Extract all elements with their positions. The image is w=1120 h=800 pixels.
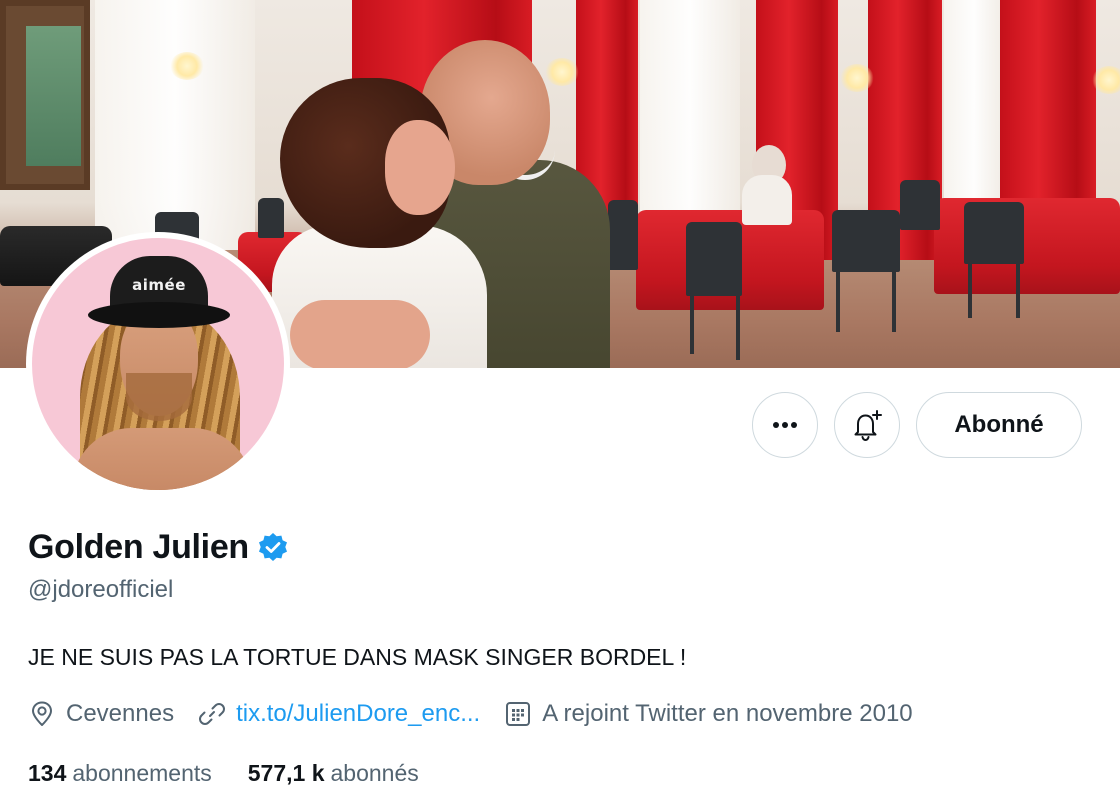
banner-chair-leg bbox=[690, 294, 694, 354]
display-name: Golden Julien bbox=[28, 528, 249, 566]
bell-plus-icon bbox=[854, 410, 882, 442]
avatar-hat-text: aimée bbox=[132, 276, 186, 294]
followers-stat[interactable]: 577,1 k abonnés bbox=[248, 760, 419, 787]
website-link[interactable]: tix.to/JulienDore_enc... bbox=[236, 700, 480, 728]
location-text: Cevennes bbox=[66, 700, 175, 727]
banner-window bbox=[0, 0, 90, 190]
banner-chair bbox=[686, 222, 742, 296]
profile-name-row: Golden Julien bbox=[28, 528, 289, 567]
banner-chair bbox=[964, 202, 1024, 264]
avatar-torso bbox=[72, 428, 252, 490]
following-stat[interactable]: 134 abonnements bbox=[28, 760, 212, 787]
banner-wall-lamp bbox=[1092, 66, 1120, 94]
avatar-beard bbox=[126, 373, 192, 421]
profile-bio: JE NE SUIS PAS LA TORTUE DANS MASK SINGE… bbox=[28, 644, 687, 670]
avatar-hat: aimée bbox=[88, 256, 230, 328]
calendar-icon bbox=[506, 702, 531, 726]
joined-text: A rejoint Twitter en novembre 2010 bbox=[542, 700, 913, 727]
avatar-photo: aimée bbox=[32, 238, 284, 490]
profile-website[interactable]: tix.to/JulienDore_enc... bbox=[198, 700, 480, 728]
banner-wall-lamp bbox=[840, 64, 874, 92]
profile-meta: Cevennes tix.to/JulienDore_enc... A rejo… bbox=[28, 700, 937, 728]
more-dots-icon bbox=[773, 422, 797, 428]
banner-chair bbox=[832, 210, 900, 272]
followers-count: 577,1 k bbox=[247, 760, 325, 786]
following-button[interactable]: Abonné bbox=[916, 392, 1082, 458]
banner-chair bbox=[258, 198, 284, 238]
profile-location: Cevennes bbox=[28, 700, 174, 728]
banner-arm bbox=[290, 300, 430, 368]
following-label: abonnements bbox=[72, 760, 212, 786]
banner-chair-leg bbox=[836, 270, 840, 332]
location-pin-icon bbox=[32, 701, 52, 726]
more-options-button[interactable] bbox=[752, 392, 818, 458]
notifications-button[interactable] bbox=[834, 392, 900, 458]
banner-wall-lamp bbox=[170, 52, 204, 80]
banner-wall-lamp bbox=[545, 58, 579, 86]
banner-chair-leg bbox=[736, 294, 740, 360]
verified-badge-icon bbox=[258, 532, 287, 561]
banner-chair-leg bbox=[892, 270, 896, 332]
profile-stats: 134 abonnements 577,1 k abonnés bbox=[28, 760, 455, 787]
banner-background-person-body bbox=[742, 175, 792, 225]
banner-chair bbox=[900, 180, 940, 230]
followers-label: abonnés bbox=[330, 760, 419, 786]
link-icon bbox=[199, 703, 226, 725]
banner-chair bbox=[608, 200, 638, 270]
profile-joined: A rejoint Twitter en novembre 2010 bbox=[504, 700, 913, 728]
banner-chair-leg bbox=[968, 262, 972, 318]
profile-avatar[interactable]: aimée bbox=[26, 232, 290, 496]
avatar-hat-brim bbox=[88, 302, 230, 328]
banner-woman-face bbox=[385, 120, 455, 215]
profile-handle: @jdoreofficiel bbox=[28, 576, 174, 603]
banner-table bbox=[934, 198, 1120, 294]
following-count: 134 bbox=[28, 760, 67, 786]
banner-chair-leg bbox=[1016, 262, 1020, 318]
